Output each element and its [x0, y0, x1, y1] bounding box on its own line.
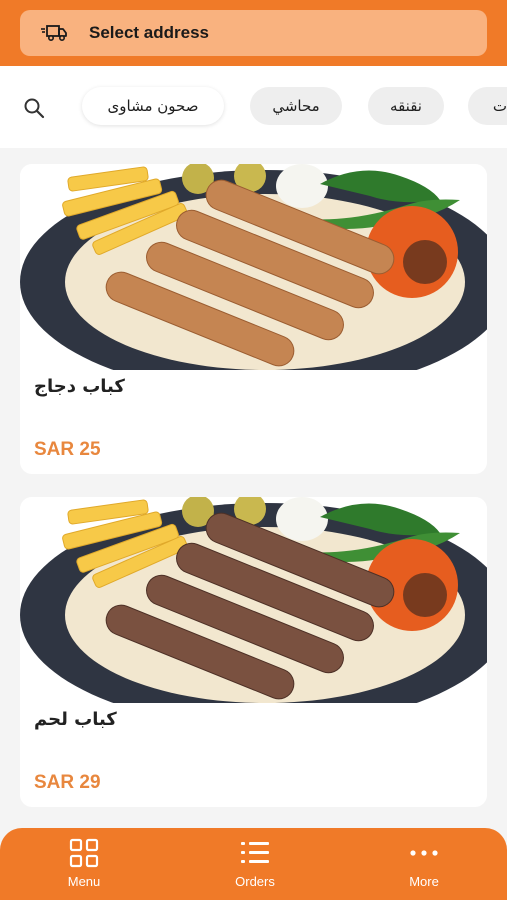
category-chip-label: صحون مشاوى — [107, 97, 199, 115]
select-address-button[interactable]: Select address — [20, 10, 487, 56]
product-name: كباب دجاج — [34, 376, 125, 397]
product-price: SAR 25 — [34, 439, 101, 460]
category-chip-label: نقنقه — [390, 97, 422, 115]
product-name: كباب لحم — [34, 709, 117, 730]
list-icon — [238, 836, 272, 870]
category-chip-grills[interactable]: صحون مشاوى — [82, 87, 224, 125]
bottom-navigation: Menu Orders More — [0, 828, 507, 900]
select-address-label: Select address — [89, 23, 210, 42]
product-card[interactable]: كباب دجاج SAR 25 — [20, 164, 487, 474]
category-bar: صحون مشاوى محاشي نقنقه ت — [0, 66, 507, 148]
grid-icon — [67, 836, 101, 870]
category-chip-naqaniq[interactable]: نقنقه — [368, 87, 444, 125]
category-chip-label: ت — [492, 97, 507, 115]
category-chip-label: محاشي — [272, 97, 320, 115]
nav-label-orders: Orders — [235, 874, 275, 889]
delivery-truck-icon — [40, 22, 70, 44]
nav-label-more: More — [409, 874, 439, 889]
nav-label-menu: Menu — [67, 874, 101, 889]
nav-item-orders[interactable]: Orders — [205, 836, 305, 896]
product-price: SAR 29 — [34, 772, 101, 793]
dots-icon — [407, 836, 441, 870]
meat-kebab-image — [20, 497, 487, 727]
nav-item-more[interactable]: More — [374, 836, 474, 896]
category-chip-partial[interactable]: ت — [468, 87, 507, 125]
search-icon[interactable] — [20, 94, 48, 122]
category-chip-mahashi[interactable]: محاشي — [250, 87, 342, 125]
product-card[interactable]: كباب لحم SAR 29 — [20, 497, 487, 807]
nav-item-menu[interactable]: Menu — [34, 836, 134, 896]
app-header: Select address — [0, 0, 507, 66]
chicken-kebab-image — [20, 164, 487, 394]
